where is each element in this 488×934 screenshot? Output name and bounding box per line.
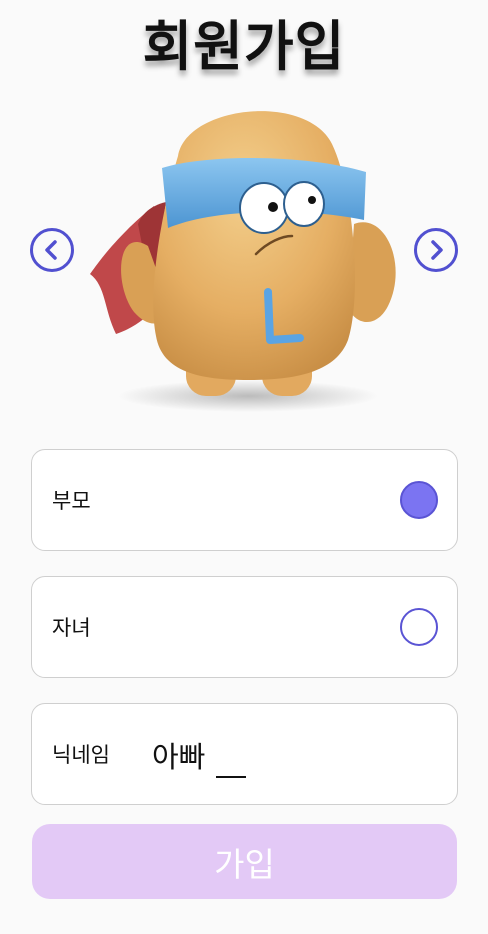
nickname-input[interactable]: [152, 730, 432, 780]
character-illustration: [90, 111, 396, 412]
nickname-label: 닉네임: [52, 743, 110, 767]
prev-character-button[interactable]: [30, 228, 74, 272]
nickname-field-card: 닉네임: [31, 703, 458, 805]
role-option-child[interactable]: 자녀: [31, 576, 458, 678]
role-radio-parent[interactable]: [400, 481, 438, 519]
role-option-label: 부모: [52, 489, 91, 513]
chevron-right-icon: [431, 240, 443, 260]
role-radio-child[interactable]: [400, 608, 438, 646]
role-option-label: 자녀: [52, 616, 91, 640]
ime-composition-underline: [216, 776, 246, 778]
chevron-left-icon: [45, 240, 57, 260]
next-character-button[interactable]: [414, 228, 458, 272]
signup-submit-button[interactable]: 가입: [32, 824, 457, 899]
signup-screen: 회원가입 부모 자녀 닉네임 아빠 가입: [0, 0, 488, 934]
page-title: 회원가입: [142, 15, 346, 78]
role-option-parent[interactable]: 부모: [31, 449, 458, 551]
